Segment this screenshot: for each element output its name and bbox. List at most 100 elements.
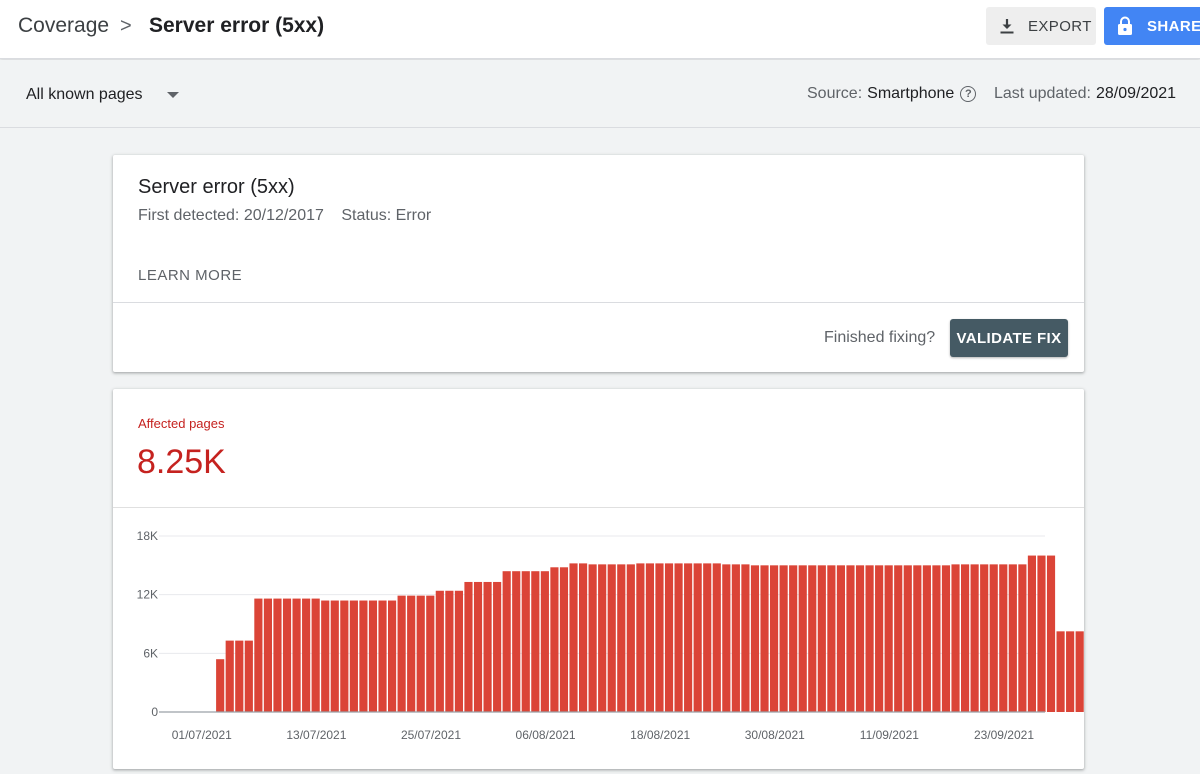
bar[interactable] xyxy=(980,564,989,712)
bar[interactable] xyxy=(340,600,349,712)
bar[interactable] xyxy=(865,565,874,712)
bar[interactable] xyxy=(540,571,549,712)
validate-fix-button[interactable]: VALIDATE FIX xyxy=(950,319,1068,357)
bar[interactable] xyxy=(1066,631,1075,712)
bar[interactable] xyxy=(426,595,435,712)
bar[interactable] xyxy=(703,563,712,712)
bar[interactable] xyxy=(407,595,416,712)
bar[interactable] xyxy=(827,565,836,712)
bar[interactable] xyxy=(378,600,387,712)
bar[interactable] xyxy=(961,564,970,712)
bar[interactable] xyxy=(282,598,292,712)
bar[interactable] xyxy=(225,640,234,712)
bar[interactable] xyxy=(483,581,492,712)
bar[interactable] xyxy=(1018,564,1027,712)
bar[interactable] xyxy=(903,565,912,712)
bar[interactable] xyxy=(722,564,731,712)
bar[interactable] xyxy=(579,563,588,712)
bar[interactable] xyxy=(607,564,616,712)
bar[interactable] xyxy=(454,590,463,712)
bar[interactable] xyxy=(922,565,931,712)
bar[interactable] xyxy=(493,581,502,712)
bar[interactable] xyxy=(569,563,578,712)
bar[interactable] xyxy=(359,600,368,712)
bar[interactable] xyxy=(970,564,979,712)
bar[interactable] xyxy=(770,565,779,712)
bar[interactable] xyxy=(855,565,865,712)
bar[interactable] xyxy=(397,595,406,712)
bar[interactable] xyxy=(664,563,674,712)
bar[interactable] xyxy=(808,565,817,712)
bar[interactable] xyxy=(502,571,511,712)
dropdown-arrow-icon xyxy=(166,92,179,98)
export-button[interactable]: EXPORT xyxy=(986,7,1096,45)
bar[interactable] xyxy=(789,565,798,712)
bar[interactable] xyxy=(932,565,941,712)
bar[interactable] xyxy=(521,571,530,712)
bar[interactable] xyxy=(263,598,272,712)
bar[interactable] xyxy=(999,564,1008,712)
bar[interactable] xyxy=(941,565,951,712)
bar[interactable] xyxy=(388,600,397,712)
bar[interactable] xyxy=(1056,631,1065,712)
bar[interactable] xyxy=(617,564,626,712)
bar[interactable] xyxy=(368,600,378,712)
bar[interactable] xyxy=(311,598,320,712)
bar[interactable] xyxy=(416,595,425,712)
bar[interactable] xyxy=(445,590,454,712)
bar[interactable] xyxy=(645,563,654,712)
share-button[interactable]: SHARE xyxy=(1104,7,1200,45)
bar[interactable] xyxy=(273,598,282,712)
bar[interactable] xyxy=(731,564,740,712)
bar[interactable] xyxy=(1046,555,1056,712)
bar[interactable] xyxy=(559,567,569,712)
bar[interactable] xyxy=(684,563,693,712)
bar[interactable] xyxy=(674,563,683,712)
bar[interactable] xyxy=(235,640,244,712)
bar[interactable] xyxy=(216,659,225,712)
bar[interactable] xyxy=(292,598,301,712)
bar[interactable] xyxy=(894,565,903,712)
bar[interactable] xyxy=(550,567,559,712)
bar[interactable] xyxy=(512,571,521,712)
bar[interactable] xyxy=(1027,555,1036,712)
bar[interactable] xyxy=(836,565,845,712)
bar[interactable] xyxy=(531,571,540,712)
bar[interactable] xyxy=(875,565,884,712)
bar[interactable] xyxy=(349,600,358,712)
bar[interactable] xyxy=(741,564,750,712)
learn-more-link[interactable]: LEARN MORE xyxy=(138,267,242,284)
bar[interactable] xyxy=(884,565,893,712)
bar[interactable] xyxy=(817,565,826,712)
bar[interactable] xyxy=(636,563,645,712)
bar[interactable] xyxy=(693,563,702,712)
bar[interactable] xyxy=(464,581,473,712)
bar[interactable] xyxy=(588,564,597,712)
x-tick-label: 23/09/2021 xyxy=(974,728,1034,742)
pages-filter-dropdown[interactable]: All known pages xyxy=(26,86,179,104)
bar[interactable] xyxy=(655,563,664,712)
bar[interactable] xyxy=(798,565,807,712)
bar[interactable] xyxy=(750,565,760,712)
bar[interactable] xyxy=(330,600,339,712)
bar[interactable] xyxy=(779,565,788,712)
bar[interactable] xyxy=(473,581,483,712)
bar[interactable] xyxy=(712,563,721,712)
bar[interactable] xyxy=(321,600,330,712)
bar[interactable] xyxy=(951,564,960,712)
bar[interactable] xyxy=(760,565,769,712)
bar[interactable] xyxy=(913,565,922,712)
bar[interactable] xyxy=(626,564,635,712)
bar[interactable] xyxy=(1008,564,1017,712)
bar[interactable] xyxy=(1037,555,1046,712)
bar[interactable] xyxy=(254,598,263,712)
bar[interactable] xyxy=(435,590,444,712)
bar[interactable] xyxy=(598,564,607,712)
bar[interactable] xyxy=(302,598,311,712)
bar[interactable] xyxy=(846,565,855,712)
help-icon[interactable]: ? xyxy=(960,86,977,102)
breadcrumb-coverage-link[interactable]: Coverage xyxy=(18,14,109,38)
bar[interactable] xyxy=(989,564,998,712)
bar[interactable] xyxy=(1075,631,1084,712)
bar[interactable] xyxy=(244,640,253,712)
